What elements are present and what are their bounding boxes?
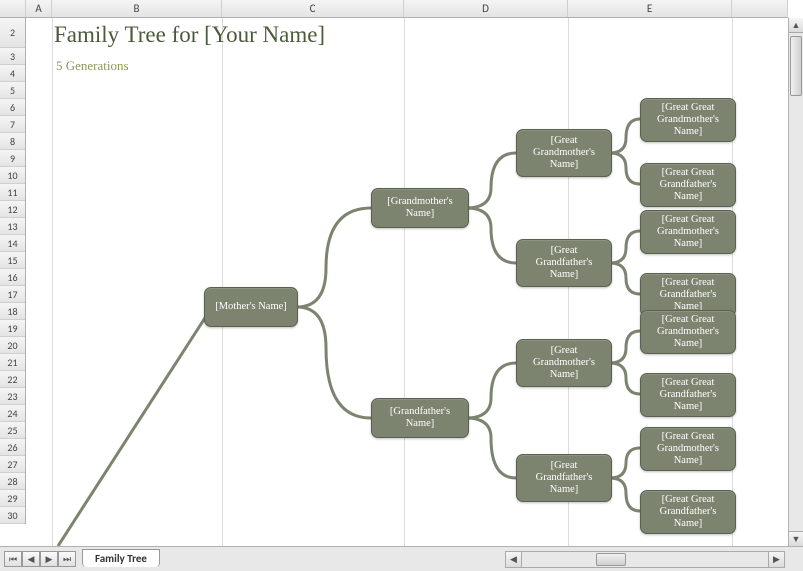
- horizontal-scrollbar[interactable]: ◀ ▶: [505, 551, 785, 568]
- col-header-blank[interactable]: [732, 0, 788, 17]
- node-grandmother[interactable]: [Grandmother's Name]: [371, 188, 469, 228]
- row-header-27[interactable]: 27: [0, 456, 25, 473]
- spreadsheet-window: A B C D E 2 3 4 5 6 7 8 9 10 11 12 13 14…: [0, 0, 803, 571]
- row-header-20[interactable]: 20: [0, 337, 25, 354]
- row-headers: 2 3 4 5 6 7 8 9 10 11 12 13 14 15 16 17 …: [0, 18, 26, 524]
- sheet-nav-last-icon[interactable]: ⏭: [58, 551, 76, 567]
- row-header-28[interactable]: 28: [0, 473, 25, 490]
- row-header-26[interactable]: 26: [0, 439, 25, 456]
- node-great-grandmother-2[interactable]: [Great Grandmother's Name]: [516, 339, 612, 387]
- row-header-21[interactable]: 21: [0, 354, 25, 371]
- row-header-8[interactable]: 8: [0, 133, 25, 150]
- row-header-29[interactable]: 29: [0, 490, 25, 507]
- scroll-down-icon[interactable]: ▼: [789, 531, 803, 546]
- node-great-great-grandmother-3[interactable]: [Great Great Grandmother's Name]: [640, 310, 736, 354]
- column-headers: A B C D E: [0, 0, 788, 18]
- node-great-grandfather-2[interactable]: [Great Grandfather's Name]: [516, 454, 612, 502]
- sheet-nav-first-icon[interactable]: ⏮: [4, 551, 22, 567]
- col-header-A[interactable]: A: [26, 0, 52, 17]
- row-header-10[interactable]: 10: [0, 167, 25, 184]
- node-mother[interactable]: [Mother's Name]: [204, 287, 298, 327]
- hscroll-track[interactable]: [522, 552, 768, 567]
- row-header-30[interactable]: 30: [0, 507, 25, 524]
- row-header-18[interactable]: 18: [0, 303, 25, 320]
- scroll-up-icon[interactable]: ▲: [789, 18, 803, 33]
- row-header-11[interactable]: 11: [0, 184, 25, 201]
- sheet-nav-next-icon[interactable]: ▶: [40, 551, 58, 567]
- col-header-D[interactable]: D: [404, 0, 568, 17]
- col-header-B[interactable]: B: [52, 0, 222, 17]
- col-header-E[interactable]: E: [568, 0, 732, 17]
- select-all-cell[interactable]: [0, 0, 26, 17]
- node-great-great-grandmother-4[interactable]: [Great Great Grandmother's Name]: [640, 427, 736, 471]
- row-header-24[interactable]: 24: [0, 405, 25, 422]
- node-great-great-grandmother-1[interactable]: [Great Great Grandmother's Name]: [640, 98, 736, 142]
- vscroll-thumb[interactable]: [790, 36, 802, 96]
- hscroll-thumb[interactable]: [596, 553, 626, 566]
- col-header-C[interactable]: C: [222, 0, 404, 17]
- row-header-12[interactable]: 12: [0, 201, 25, 218]
- node-great-great-grandmother-2[interactable]: [Great Great Grandmother's Name]: [640, 210, 736, 254]
- row-header-16[interactable]: 16: [0, 269, 25, 286]
- sheet-tab-bar: ⏮ ◀ ▶ ⏭ Family Tree ◀ ▶: [0, 546, 803, 571]
- sheet-tab-family-tree[interactable]: Family Tree: [82, 549, 160, 567]
- worksheet-canvas[interactable]: Family Tree for [Your Name] 5 Generation…: [26, 18, 788, 546]
- row-header-9[interactable]: 9: [0, 150, 25, 167]
- node-great-great-grandfather-1[interactable]: [Great Great Grandfather's Name]: [640, 163, 736, 207]
- row-header-13[interactable]: 13: [0, 218, 25, 235]
- scroll-left-icon[interactable]: ◀: [506, 552, 522, 567]
- sheet-nav-buttons: ⏮ ◀ ▶ ⏭: [4, 551, 76, 567]
- vertical-scrollbar[interactable]: ▲ ▼: [788, 18, 803, 546]
- row-header-7[interactable]: 7: [0, 116, 25, 133]
- row-header-6[interactable]: 6: [0, 99, 25, 116]
- row-header-22[interactable]: 22: [0, 371, 25, 388]
- node-great-great-grandfather-4[interactable]: [Great Great Grandfather's Name]: [640, 490, 736, 534]
- scroll-right-icon[interactable]: ▶: [768, 552, 784, 567]
- row-header-25[interactable]: 25: [0, 422, 25, 439]
- family-tree-diagram: [Mother's Name] [Grandmother's Name] [Gr…: [26, 18, 788, 546]
- node-great-grandmother-1[interactable]: [Great Grandmother's Name]: [516, 129, 612, 177]
- row-header-4[interactable]: 4: [0, 65, 25, 82]
- row-header-5[interactable]: 5: [0, 82, 25, 99]
- row-header-19[interactable]: 19: [0, 320, 25, 337]
- row-header-2[interactable]: 2: [0, 18, 25, 48]
- node-grandfather[interactable]: [Grandfather's Name]: [371, 398, 469, 438]
- row-header-14[interactable]: 14: [0, 235, 25, 252]
- row-header-23[interactable]: 23: [0, 388, 25, 405]
- row-header-17[interactable]: 17: [0, 286, 25, 303]
- node-great-grandfather-1[interactable]: [Great Grandfather's Name]: [516, 239, 612, 287]
- row-header-15[interactable]: 15: [0, 252, 25, 269]
- sheet-nav-prev-icon[interactable]: ◀: [22, 551, 40, 567]
- node-great-great-grandfather-3[interactable]: [Great Great Grandfather's Name]: [640, 373, 736, 417]
- row-header-3[interactable]: 3: [0, 48, 25, 65]
